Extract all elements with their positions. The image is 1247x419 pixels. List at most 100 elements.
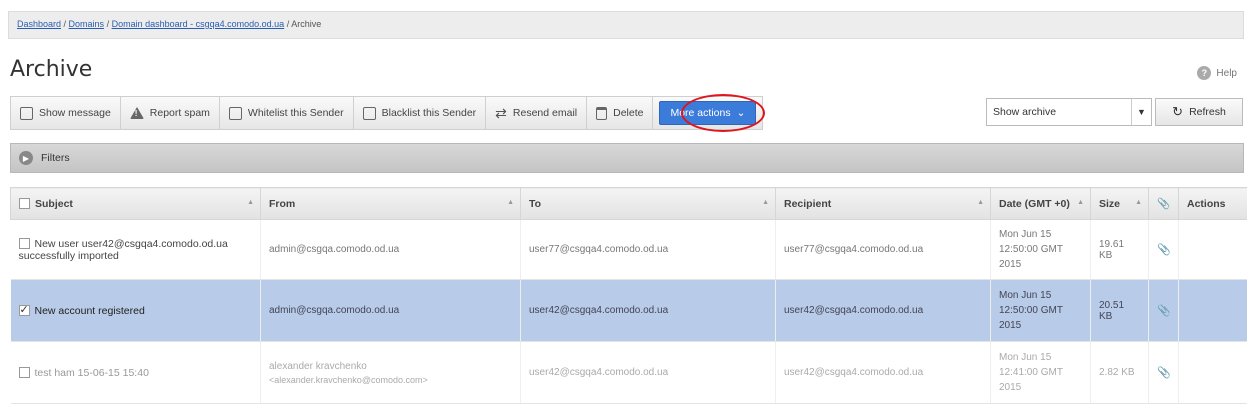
from-column-header[interactable]: From ▲	[260, 187, 521, 220]
size-text: 19.61 KB	[1099, 238, 1125, 261]
archive-select-value: Show archive	[993, 106, 1057, 118]
sort-icon: ▲	[762, 199, 769, 206]
sort-icon: ▲	[977, 199, 984, 206]
from-text: admin@csgqa.comodo.od.ua	[269, 244, 400, 255]
breadcrumb-dashboard-link[interactable]: Dashboard	[17, 19, 61, 29]
paperclip-icon: 📎	[1157, 367, 1171, 379]
to-header-label: To	[529, 197, 542, 210]
report-spam-button[interactable]: Report spam	[121, 97, 220, 129]
show-message-button[interactable]: Show message	[11, 97, 121, 129]
chevron-down-icon: ⌄	[736, 107, 746, 119]
filters-label: Filters	[41, 152, 70, 164]
breadcrumb-separator: /	[104, 19, 112, 29]
select-all-checkbox[interactable]	[19, 198, 30, 210]
resend-icon: ⇄	[495, 105, 507, 121]
blacklist-sender-button[interactable]: Blacklist this Sender	[354, 97, 487, 129]
date-cell: Mon Jun 15 12:50:00 GMT 2015	[990, 279, 1091, 342]
actions-cell	[1178, 219, 1247, 280]
help-label: Help	[1216, 67, 1237, 79]
subject-text: New user user42@csgqa4.comodo.od.ua succ…	[18, 237, 228, 262]
report-spam-label: Report spam	[149, 107, 210, 119]
archive-view-select[interactable]: Show archive ▼	[986, 98, 1152, 126]
date-text: Mon Jun 15 12:50:00 GMT 2015	[999, 290, 1063, 331]
table-row[interactable]: New user user42@csgqa4.comodo.od.ua succ…	[10, 219, 1247, 280]
show-message-label: Show message	[39, 107, 111, 119]
more-actions-dropdown[interactable]: More actions ⌄	[659, 101, 757, 125]
actions-header-label: Actions	[1187, 197, 1226, 210]
attachment-cell: 📎	[1148, 279, 1179, 342]
resend-email-button[interactable]: ⇄ Resend email	[486, 97, 588, 129]
sort-icon: ▲	[1135, 199, 1142, 206]
recipient-text: user42@csgqa4.comodo.od.ua	[784, 305, 924, 316]
attachment-column-header: 📎	[1148, 187, 1179, 220]
sort-icon: ▲	[1077, 199, 1084, 206]
to-cell: user77@csgqa4.comodo.od.ua	[520, 219, 776, 280]
breadcrumb-domains-link[interactable]: Domains	[69, 19, 105, 29]
subject-column-header[interactable]: Subject ▲	[10, 187, 261, 220]
sort-icon: ▲	[507, 199, 514, 206]
table-row[interactable]: New account registered admin@csgqa.comod…	[10, 279, 1247, 342]
table-header-row: Subject ▲ From ▲ To ▲ Recipient ▲ Date (GMT …	[10, 187, 1247, 220]
whitelist-icon	[228, 106, 242, 120]
paperclip-icon: 📎	[1157, 305, 1171, 317]
attachment-cell: 📎	[1148, 341, 1179, 404]
message-icon	[20, 106, 33, 120]
from-cell: admin@csgqa.comodo.od.ua	[260, 219, 521, 280]
size-cell: 19.61 KB	[1090, 219, 1149, 280]
more-actions-label: More actions	[670, 107, 731, 119]
whitelist-label: Whitelist this Sender	[247, 107, 344, 119]
breadcrumb: Dashboard / Domains / Domain dashboard -…	[8, 11, 1244, 39]
date-column-header[interactable]: Date (GMT +0) ▲	[990, 187, 1091, 220]
help-link[interactable]: ? Help	[1197, 66, 1237, 80]
date-header-label: Date (GMT +0)	[999, 197, 1070, 210]
size-header-label: Size	[1099, 197, 1121, 210]
refresh-icon: ↻	[1172, 104, 1184, 119]
trash-icon	[596, 106, 608, 120]
recipient-cell: user42@csgqa4.comodo.od.ua	[775, 341, 991, 404]
action-toolbar: Show message Report spam Whitelist this …	[10, 96, 764, 130]
table-row[interactable]: test ham 15-06-15 15:40 alexander kravch…	[10, 341, 1247, 404]
row-checkbox[interactable]	[18, 367, 30, 379]
refresh-button[interactable]: ↻ Refresh	[1155, 98, 1243, 126]
archive-table: Subject ▲ From ▲ To ▲ Recipient ▲ Date (GMT …	[10, 187, 1247, 404]
size-text: 2.82 KB	[1099, 367, 1135, 378]
date-cell: Mon Jun 15 12:50:00 GMT 2015	[990, 219, 1091, 280]
size-column-header[interactable]: Size ▲	[1090, 187, 1149, 220]
actions-cell	[1178, 279, 1247, 342]
actions-column-header: Actions	[1178, 187, 1247, 220]
row-checkbox[interactable]	[18, 303, 30, 317]
size-text: 20.51 KB	[1099, 299, 1125, 322]
sort-icon: ▲	[247, 199, 254, 206]
filters-toggle[interactable]: ▶ Filters	[10, 143, 1244, 173]
row-checkbox[interactable]	[18, 238, 30, 250]
to-text: user42@csgqa4.comodo.od.ua	[529, 305, 669, 316]
from-cell: admin@csgqa.comodo.od.ua	[260, 279, 521, 342]
recipient-header-label: Recipient	[784, 197, 832, 210]
breadcrumb-current: Archive	[291, 19, 322, 29]
to-cell: user42@csgqa4.comodo.od.ua	[520, 341, 776, 404]
recipient-column-header[interactable]: Recipient ▲	[775, 187, 991, 220]
recipient-text: user42@csgqa4.comodo.od.ua	[784, 367, 924, 378]
delete-button[interactable]: Delete	[587, 97, 654, 129]
actions-cell	[1178, 341, 1247, 404]
whitelist-sender-button[interactable]: Whitelist this Sender	[220, 97, 354, 129]
breadcrumb-domain-dashboard-link[interactable]: Domain dashboard - csgqa4.comodo.od.ua	[112, 19, 285, 29]
paperclip-icon: 📎	[1157, 244, 1171, 256]
to-column-header[interactable]: To ▲	[520, 187, 776, 220]
from-email-text: <alexander.kravchenko@comodo.com>	[269, 374, 428, 385]
blacklist-icon	[362, 106, 376, 120]
subject-text: New account registered	[34, 304, 145, 317]
from-text: alexander kravchenko	[269, 360, 367, 372]
warning-icon	[129, 107, 144, 119]
recipient-cell: user42@csgqa4.comodo.od.ua	[775, 279, 991, 342]
delete-label: Delete	[613, 107, 644, 119]
chevron-down-icon: ▼	[1131, 99, 1151, 125]
paperclip-icon: 📎	[1157, 198, 1171, 210]
resend-label: Resend email	[512, 107, 578, 119]
expand-icon: ▶	[19, 151, 33, 165]
date-text: Mon Jun 15 12:50:00 GMT 2015	[999, 229, 1063, 270]
attachment-cell: 📎	[1148, 219, 1179, 280]
recipient-cell: user77@csgqa4.comodo.od.ua	[775, 219, 991, 280]
breadcrumb-separator: /	[61, 19, 69, 29]
size-cell: 2.82 KB	[1090, 341, 1149, 404]
